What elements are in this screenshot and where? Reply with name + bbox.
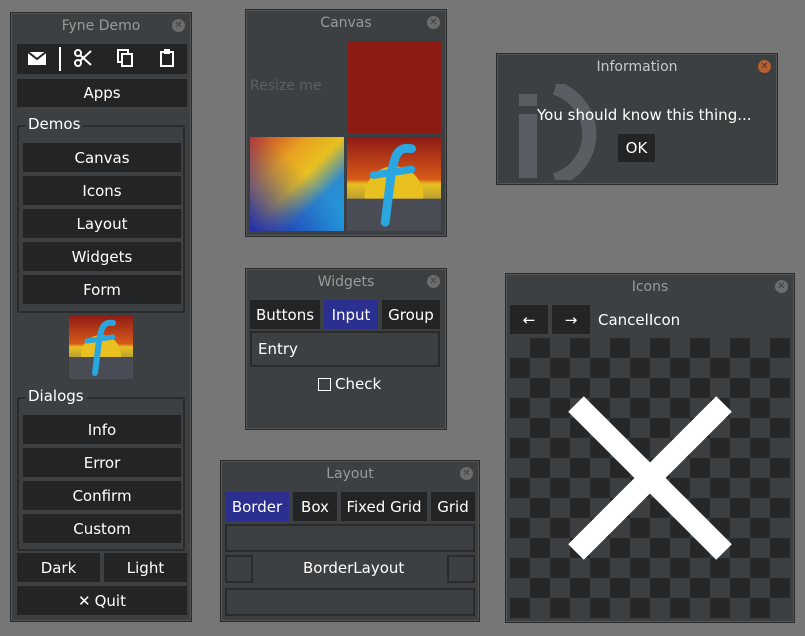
cancel-icon: ✕	[78, 591, 91, 610]
arrow-back-icon: ←	[522, 310, 536, 329]
border-center-label: BorderLayout	[303, 559, 405, 577]
ok-button[interactable]: OK	[618, 134, 655, 162]
icons-window: Icons ✕ ← → CancelIcon	[505, 273, 795, 623]
dialog-custom-button[interactable]: Custom	[23, 514, 181, 543]
layout-titlebar: Layout ✕	[221, 461, 479, 487]
information-dialog: Information ✕ You should know this thing…	[496, 53, 778, 187]
fyne-logo	[69, 315, 133, 379]
fyne-logo-image	[347, 137, 441, 231]
close-icon[interactable]: ✕	[427, 16, 440, 29]
icon-name-label: CancelIcon	[598, 311, 681, 329]
close-icon[interactable]: ✕	[775, 280, 788, 293]
border-right	[447, 555, 475, 583]
fyne-demo-title: Fyne Demo	[61, 18, 141, 34]
arrow-forward-icon: →	[564, 310, 578, 329]
tab-fixed-grid[interactable]: Fixed Grid	[341, 492, 427, 521]
canvas-faint-text: Resize me	[250, 78, 322, 94]
dialog-info-button[interactable]: Info	[23, 415, 181, 444]
paste-icon[interactable]	[147, 44, 187, 72]
previous-icon-button[interactable]: ←	[510, 305, 548, 334]
layout-window: Layout ✕ Border Box Fixed Grid Grid Bord…	[220, 460, 480, 622]
demo-form-button[interactable]: Form	[23, 275, 181, 304]
icons-title: Icons	[631, 279, 669, 295]
info-icon	[515, 81, 605, 187]
entry-text: Entry	[258, 340, 298, 358]
fyne-demo-window: Fyne Demo ✕ Apps Demos Canvas Icons Layo…	[10, 12, 192, 622]
cancel-icon	[568, 396, 732, 560]
icons-titlebar: Icons ✕	[506, 274, 794, 300]
layout-title: Layout	[326, 466, 374, 482]
red-rectangle	[347, 41, 441, 133]
apps-button[interactable]: Apps	[17, 79, 187, 107]
widgets-window: Widgets ✕ Buttons Input Group Entry Chec…	[245, 268, 447, 430]
demo-layout-button[interactable]: Layout	[23, 209, 181, 238]
gradient-image	[250, 137, 344, 231]
border-bottom	[225, 588, 475, 616]
toolbar-separator	[59, 47, 61, 71]
cut-icon[interactable]	[63, 44, 103, 72]
quit-label: Quit	[94, 591, 126, 610]
close-icon[interactable]: ✕	[758, 60, 771, 73]
dark-theme-button[interactable]: Dark	[17, 553, 100, 582]
information-title: Information	[596, 59, 678, 75]
check-label: Check	[335, 375, 382, 393]
tab-group[interactable]: Group	[382, 300, 440, 329]
widgets-titlebar: Widgets ✕	[246, 269, 446, 295]
close-icon[interactable]: ✕	[460, 467, 473, 480]
canvas-title: Canvas	[320, 15, 372, 31]
mail-icon[interactable]	[17, 44, 57, 72]
close-icon[interactable]: ✕	[172, 19, 185, 32]
tab-buttons[interactable]: Buttons	[250, 300, 320, 329]
border-left	[225, 555, 253, 583]
tab-input[interactable]: Input	[324, 300, 378, 329]
dialogs-group-label: Dialogs	[25, 387, 87, 405]
tab-border[interactable]: Border	[225, 492, 289, 521]
information-message: You should know this thing...	[537, 106, 752, 124]
check-widget[interactable]: Check	[318, 375, 381, 393]
widgets-title: Widgets	[317, 274, 375, 290]
close-icon[interactable]: ✕	[427, 275, 440, 288]
tab-box[interactable]: Box	[293, 492, 337, 521]
entry-field[interactable]: Entry	[250, 331, 440, 367]
quit-button[interactable]: ✕ Quit	[17, 586, 187, 615]
icon-preview	[510, 338, 790, 618]
demo-icons-button[interactable]: Icons	[23, 176, 181, 205]
fyne-demo-titlebar: Fyne Demo ✕	[11, 13, 191, 39]
dialog-error-button[interactable]: Error	[23, 448, 181, 477]
information-titlebar: Information ✕	[497, 54, 777, 80]
checkbox-icon	[318, 377, 331, 391]
demo-widgets-button[interactable]: Widgets	[23, 242, 181, 271]
demo-canvas-button[interactable]: Canvas	[23, 143, 181, 172]
canvas-window: Canvas ✕ Resize me	[245, 9, 447, 237]
border-top	[225, 524, 475, 552]
next-icon-button[interactable]: →	[552, 305, 590, 334]
light-theme-button[interactable]: Light	[104, 553, 187, 582]
tab-grid[interactable]: Grid	[431, 492, 475, 521]
dialog-confirm-button[interactable]: Confirm	[23, 481, 181, 510]
demos-group-label: Demos	[25, 115, 84, 133]
toolbar	[17, 44, 187, 74]
copy-icon[interactable]	[105, 44, 145, 72]
canvas-titlebar: Canvas ✕	[246, 10, 446, 36]
